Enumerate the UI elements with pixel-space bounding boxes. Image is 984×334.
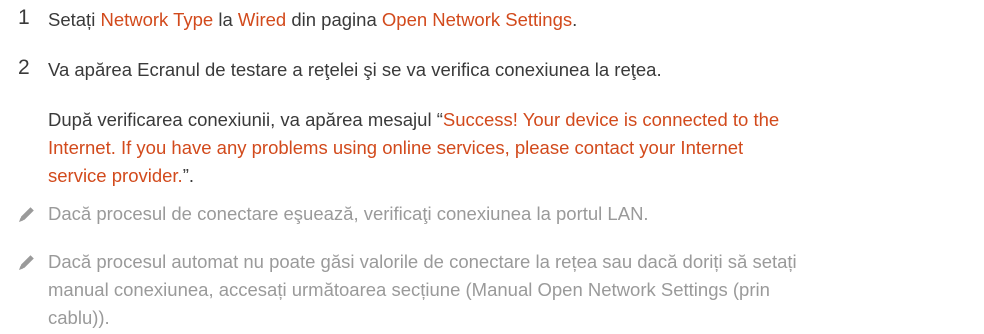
- pencil-icon: [19, 255, 34, 270]
- note-text: Dacă procesul de conectare eşuează, veri…: [48, 203, 649, 224]
- step-number: 2: [18, 56, 30, 79]
- pencil-icon: [19, 207, 34, 222]
- success-message-line-2: Internet. If you have any problems using…: [48, 137, 744, 158]
- step-number: 1: [18, 6, 30, 29]
- network-type-term: Network Type: [100, 9, 214, 30]
- step-1-text: Setați Network Type la Wired din pagina …: [48, 9, 578, 30]
- open-network-settings-term: Open Network Settings: [381, 9, 573, 30]
- note-text-line-3: cablu)).: [48, 307, 110, 328]
- note-text-line-1: Dacă procesul automat nu poate găsi valo…: [48, 251, 797, 272]
- step-2-text: Va apărea Ecranul de testare a reţelei ş…: [48, 59, 662, 80]
- success-message-line-3: service provider.”.: [48, 165, 195, 186]
- wired-term: Wired: [237, 9, 287, 30]
- success-message-paragraph: După verificarea conexiunii, va apărea m…: [48, 109, 780, 130]
- note-text-line-2: manual conexiunea, accesați următoarea s…: [48, 279, 770, 300]
